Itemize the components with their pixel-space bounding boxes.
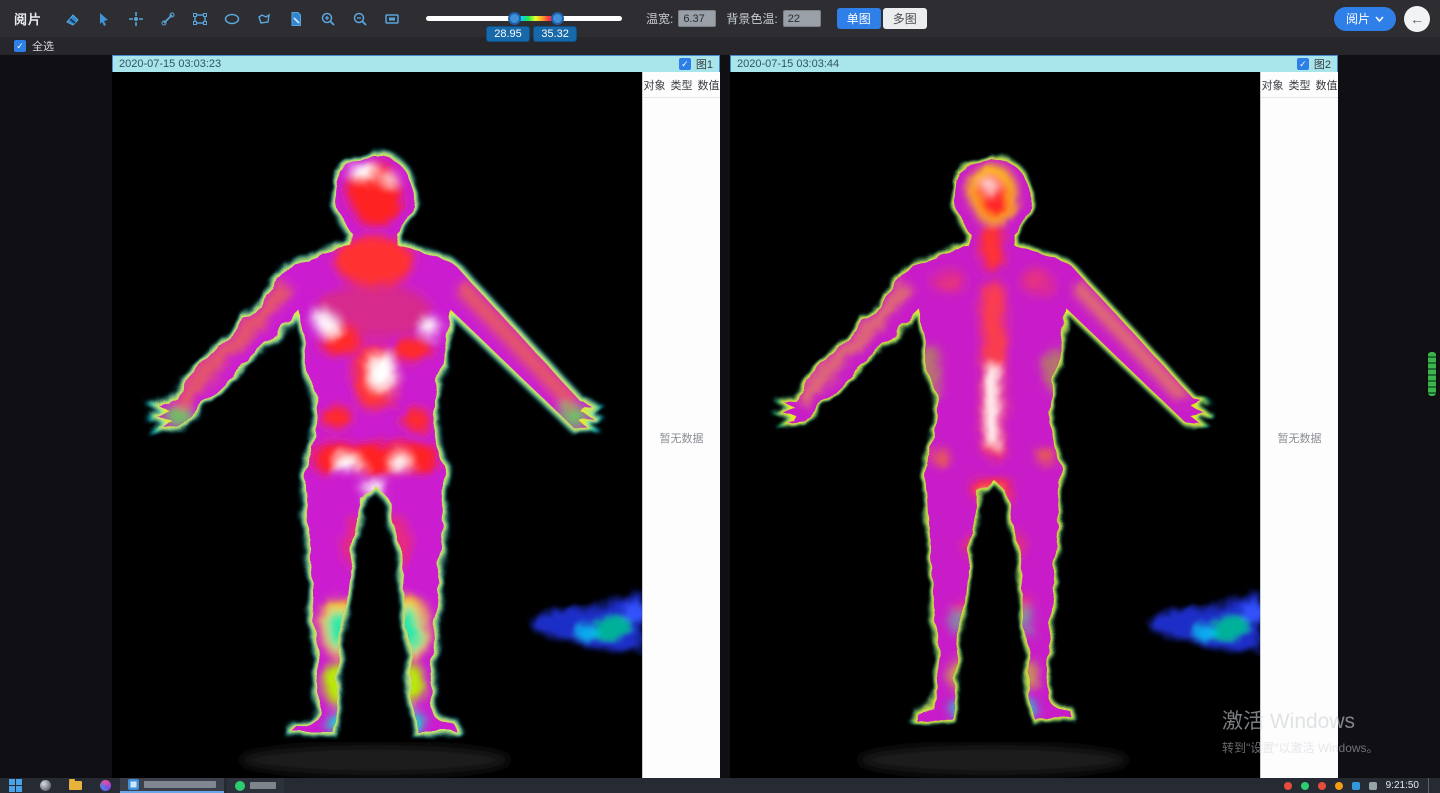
- tray-icon-5[interactable]: [1352, 782, 1360, 790]
- slider-handle-low[interactable]: [508, 12, 521, 25]
- panel-1-timestamp: 2020-07-15 03:03:23: [119, 58, 221, 70]
- zoom-in-icon[interactable]: [314, 6, 342, 32]
- image-panel-1: 2020-07-15 03:03:23 ✓ 图1 对象 类型 数值: [112, 55, 720, 778]
- panel-2-checkbox[interactable]: ✓: [1297, 58, 1309, 70]
- panel-2-header: 2020-07-15 03:03:44 ✓ 图2: [730, 55, 1338, 72]
- selection-bar: ✓ 全选: [0, 37, 1440, 55]
- column-type: 类型: [671, 77, 693, 93]
- tray-icon-6[interactable]: [1369, 782, 1377, 790]
- polygon-roi-icon[interactable]: [250, 6, 278, 32]
- eraser-icon[interactable]: [58, 6, 86, 32]
- tray-icon-4[interactable]: [1335, 782, 1343, 790]
- thermal-image-1[interactable]: [112, 72, 642, 778]
- panel-2-empty-text: 暂无数据: [1261, 430, 1338, 446]
- main-area: 2020-07-15 03:03:23 ✓ 图1 对象 类型 数值: [0, 55, 1440, 778]
- slider-handle-high[interactable]: [551, 12, 564, 25]
- thermal-image-2[interactable]: [730, 72, 1260, 778]
- arrow-left-icon: ←: [1410, 11, 1424, 27]
- app-title: 阅片: [14, 9, 42, 28]
- media-app-icon[interactable]: [90, 778, 120, 793]
- panel-1-measurement-list: 对象 类型 数值 暂无数据: [642, 72, 720, 778]
- temperature-range-slider[interactable]: 28.95 35.32: [426, 1, 622, 37]
- point-marker-icon[interactable]: [122, 6, 150, 32]
- browser-icon[interactable]: [30, 778, 60, 793]
- show-desktop-button[interactable]: [1428, 778, 1432, 793]
- column-value: 数值: [698, 77, 720, 93]
- back-button[interactable]: ←: [1404, 6, 1430, 32]
- image-panel-2: 2020-07-15 03:03:44 ✓ 图2 对象 类型 数值: [730, 55, 1338, 778]
- column-object: 对象: [1262, 77, 1284, 93]
- system-tray: 9:21:50: [1284, 778, 1440, 793]
- chevron-down-icon: [1375, 16, 1384, 22]
- bg-color-temp-label: 背景色温:: [726, 10, 777, 27]
- taskbar-item-label-placeholder: [144, 781, 216, 788]
- edge-level-indicator: [1427, 351, 1437, 397]
- thermal-figure-back: [730, 72, 1260, 778]
- line-measure-icon[interactable]: [154, 6, 182, 32]
- slider-high-value: 35.32: [533, 26, 577, 42]
- temp-width-label: 温宽:: [646, 10, 673, 27]
- panel-1-table-header: 对象 类型 数值: [643, 72, 720, 98]
- taskbar-item-label-placeholder: [250, 782, 276, 789]
- column-object: 对象: [644, 77, 666, 93]
- file-explorer-icon[interactable]: [60, 778, 90, 793]
- top-toolbar: 阅片 28.95 35.32 温宽: 背景色温:: [0, 0, 1440, 37]
- start-button[interactable]: [0, 778, 30, 793]
- select-all-checkbox[interactable]: ✓: [14, 40, 26, 52]
- multi-view-button[interactable]: 多图: [883, 8, 927, 29]
- taskbar-clock[interactable]: 9:21:50: [1386, 780, 1419, 791]
- tray-icon-2[interactable]: [1301, 782, 1309, 790]
- windows-taskbar: 9:21:50: [0, 778, 1440, 793]
- reader-dropdown-button[interactable]: 阅片: [1334, 7, 1396, 31]
- bg-color-temp-input[interactable]: [783, 10, 821, 27]
- messenger-icon: [235, 781, 245, 791]
- taskbar-item-messenger[interactable]: [227, 778, 284, 793]
- column-value: 数值: [1316, 77, 1338, 93]
- tray-icon-3[interactable]: [1318, 782, 1326, 790]
- select-arrow-icon[interactable]: [90, 6, 118, 32]
- select-all-label: 全选: [32, 38, 54, 54]
- ellipse-roi-icon[interactable]: [218, 6, 246, 32]
- panel-2-timestamp: 2020-07-15 03:03:44: [737, 58, 839, 70]
- zoom-out-icon[interactable]: [346, 6, 374, 32]
- slider-low-value: 28.95: [486, 26, 530, 42]
- taskbar-item-thermal-app[interactable]: [120, 778, 224, 793]
- panel-2-tag: 图2: [1314, 56, 1331, 72]
- view-mode-toggle: 单图 多图: [837, 8, 927, 29]
- rect-roi-icon[interactable]: [186, 6, 214, 32]
- single-view-button[interactable]: 单图: [837, 8, 881, 29]
- panel-1-empty-text: 暂无数据: [643, 430, 720, 446]
- temp-width-input[interactable]: [678, 10, 716, 27]
- panel-2-table-header: 对象 类型 数值: [1261, 72, 1338, 98]
- column-type: 类型: [1289, 77, 1311, 93]
- tray-icon-1[interactable]: [1284, 782, 1292, 790]
- report-icon[interactable]: [282, 6, 310, 32]
- reader-dropdown-label: 阅片: [1346, 10, 1370, 27]
- thermal-app-icon: [128, 779, 139, 790]
- panel-2-measurement-list: 对象 类型 数值 暂无数据: [1260, 72, 1338, 778]
- panel-1-tag: 图1: [696, 56, 713, 72]
- panel-1-header: 2020-07-15 03:03:23 ✓ 图1: [112, 55, 720, 72]
- panel-1-checkbox[interactable]: ✓: [679, 58, 691, 70]
- thermal-figure-front: [112, 72, 642, 778]
- fit-screen-icon[interactable]: [378, 6, 406, 32]
